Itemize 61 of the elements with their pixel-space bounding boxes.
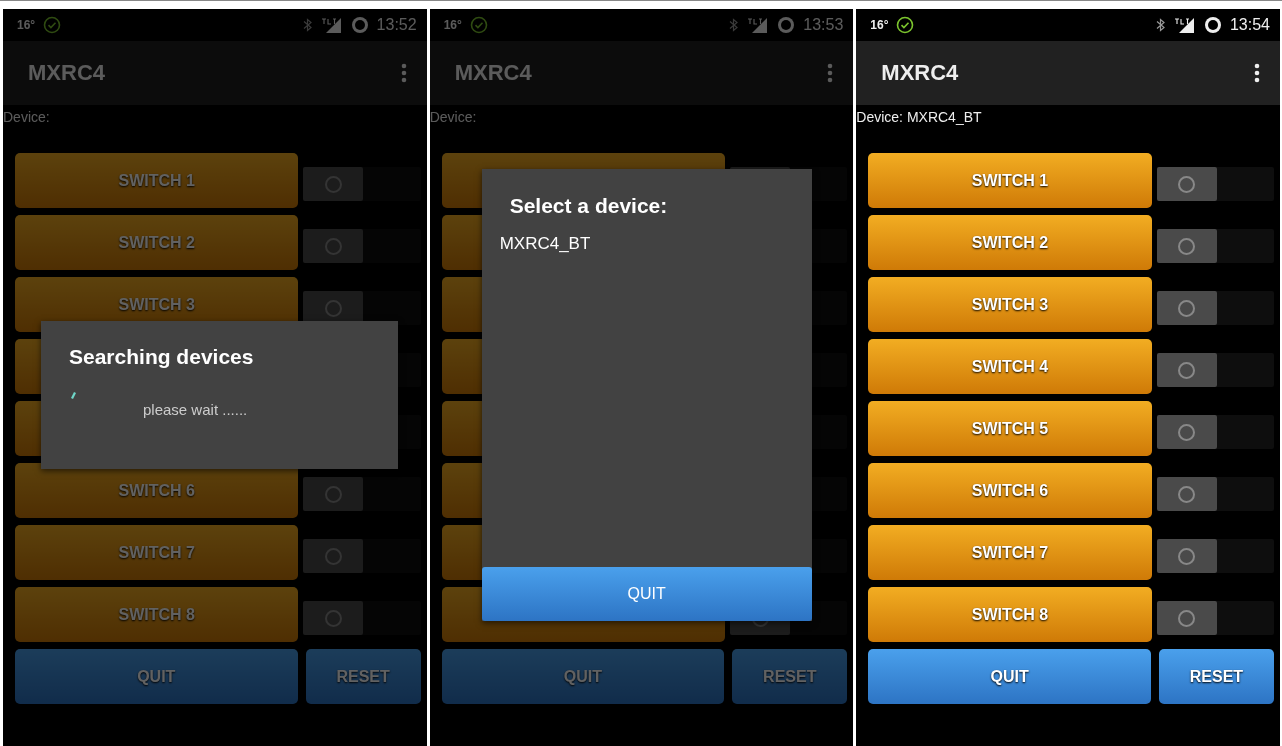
clock-text: 13:53 [803,16,844,34]
switch-button[interactable]: SWITCH 1 [868,153,1152,208]
switch-button[interactable]: SWITCH 7 [15,525,299,580]
app-title: MXRC4 [28,60,105,86]
switch-button[interactable]: SWITCH 8 [15,587,299,642]
device-label: Device: [3,108,51,127]
toggle-switch[interactable] [303,601,421,635]
toggle-switch[interactable] [303,291,421,325]
bluetooth-icon [1155,17,1166,33]
signal-icon [320,17,343,33]
signal-icon [747,17,770,33]
temperature-text: 16° [17,18,36,32]
switch-button[interactable]: SWITCH 7 [868,525,1152,580]
quit-button[interactable]: QUIT [441,649,725,704]
bluetooth-icon [729,17,740,33]
toggle-switch[interactable] [1156,539,1274,573]
check-circle-icon [896,16,915,34]
check-circle-icon [469,16,488,34]
toggle-switch[interactable] [303,229,421,263]
device-label: Device: [429,108,478,127]
toggle-switch[interactable] [303,167,421,201]
temperature-text: 16° [870,18,889,32]
clock-text: 13:52 [376,16,417,34]
app-title: MXRC4 [881,60,959,86]
check-circle-icon [43,16,62,34]
switch-button[interactable]: SWITCH 8 [868,587,1152,642]
temperature-text: 16° [443,18,462,32]
toggle-switch[interactable] [303,477,421,511]
switch-button[interactable]: SWITCH 1 [15,153,299,208]
toggle-switch[interactable] [1156,601,1274,635]
toggle-switch[interactable] [1156,353,1274,387]
menu-icon[interactable] [1254,63,1260,83]
reset-button[interactable]: RESET [732,649,848,704]
bluetooth-icon [302,17,313,33]
toggle-switch[interactable] [1156,291,1274,325]
quit-button[interactable]: QUIT [481,567,812,621]
switch-button[interactable]: SWITCH 5 [868,401,1152,456]
reset-button[interactable]: RESET [305,649,421,704]
toggle-switch[interactable] [1156,415,1274,449]
toggle-switch[interactable] [1156,477,1274,511]
dialog-message: please wait ...... [143,401,248,418]
switch-button[interactable]: SWITCH 4 [868,339,1152,394]
switch-button[interactable]: SWITCH 3 [868,277,1152,332]
device-label: Device: MXRC4_BT [856,108,983,127]
toggle-switch[interactable] [1156,229,1274,263]
app-title: MXRC4 [454,60,532,86]
dialog-title: Searching devices [69,345,254,369]
quit-button[interactable]: QUIT [868,649,1151,704]
toggle-switch[interactable] [303,539,421,573]
switch-button[interactable]: SWITCH 6 [868,463,1152,518]
device-list-item[interactable]: MXRC4_BT [499,234,591,253]
clock-text: 13:54 [1229,16,1270,34]
dialog-title: Select a device: [509,194,668,218]
quit-button[interactable]: QUIT [15,649,298,704]
reset-button[interactable]: RESET [1158,649,1274,704]
switch-button[interactable]: SWITCH 2 [868,215,1152,270]
spinner-icon [69,391,77,399]
signal-icon [1173,17,1196,33]
switch-button[interactable]: SWITCH 2 [15,215,299,270]
toggle-switch[interactable] [1156,167,1274,201]
switch-button[interactable]: SWITCH 6 [15,463,299,518]
